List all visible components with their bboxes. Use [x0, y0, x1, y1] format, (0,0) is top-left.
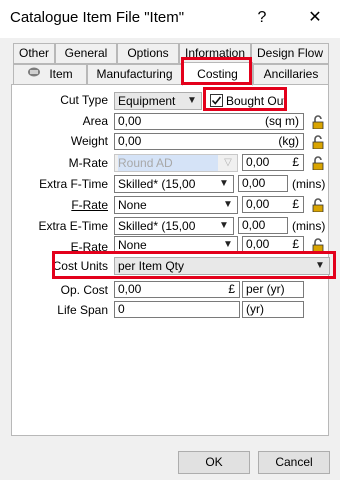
- extra-f-time-amount-input[interactable]: 0,00: [238, 175, 288, 192]
- weight-value: 0,00: [118, 134, 142, 148]
- extra-e-time-amount: 0,00: [242, 218, 266, 232]
- weight-label: Weight: [70, 134, 108, 148]
- life-span-label: Life Span: [57, 303, 108, 317]
- chevron-down-icon: ▼: [223, 199, 233, 210]
- extra-e-time-amount-input[interactable]: 0,00: [238, 217, 288, 234]
- f-rate-currency: £: [292, 197, 299, 211]
- weight-unit: (kg): [278, 134, 299, 148]
- chevron-down-icon: ▼: [219, 220, 229, 231]
- m-rate-amount: 0,00: [246, 155, 270, 169]
- extra-e-time-label: Extra E-Time: [38, 219, 108, 233]
- f-rate-amount-input[interactable]: 0,00 £: [242, 196, 304, 213]
- weight-input[interactable]: 0,00 (kg): [114, 133, 304, 150]
- area-label: Area: [82, 114, 108, 128]
- m-rate-currency: £: [292, 155, 299, 169]
- area-value: 0,00: [118, 114, 142, 128]
- f-rate-amount: 0,00: [246, 197, 270, 211]
- chevron-down-icon: ▽: [224, 157, 232, 168]
- costing-tab-highlight: [181, 57, 252, 85]
- f-rate-select[interactable]: None ▼: [114, 196, 238, 214]
- extra-e-time-select[interactable]: Skilled* (15,00 ▼: [114, 217, 234, 235]
- extra-f-time-amount: 0,00: [242, 176, 266, 190]
- extra-f-time-unit: (mins): [292, 177, 326, 191]
- m-rate-select[interactable]: Round AD ▽: [114, 154, 238, 172]
- chevron-down-icon: ▼: [219, 178, 229, 189]
- cut-type-select[interactable]: Equipment ▼: [114, 92, 202, 110]
- e-rate-amount: 0,00: [246, 237, 270, 251]
- f-rate-label[interactable]: F-Rate: [20, 198, 108, 212]
- op-cost-input[interactable]: 0,00 £: [114, 281, 240, 298]
- m-rate-value: Round AD: [118, 155, 218, 171]
- life-span-input[interactable]: 0: [114, 301, 240, 318]
- life-span-unit: (yr): [246, 302, 264, 316]
- m-rate-label: M-Rate: [68, 156, 108, 170]
- e-rate-currency: £: [292, 237, 299, 251]
- extra-f-time-value: Skilled* (15,00: [118, 177, 196, 191]
- extra-e-time-value: Skilled* (15,00: [118, 219, 196, 233]
- op-cost-unit-box: per (yr): [242, 281, 304, 298]
- lock-icon[interactable]: [311, 156, 325, 170]
- area-unit: (sq m): [265, 114, 299, 128]
- chevron-down-icon: ▼: [187, 95, 197, 106]
- f-rate-value: None: [118, 198, 147, 212]
- cost-units-highlight: [52, 251, 336, 279]
- cut-type-value: Equipment: [118, 94, 176, 108]
- life-span-value: 0: [118, 302, 125, 316]
- m-rate-amount-input[interactable]: 0,00 £: [242, 154, 304, 171]
- extra-e-time-unit: (mins): [292, 219, 326, 233]
- e-rate-value: None: [118, 238, 147, 252]
- op-cost-label: Op. Cost: [60, 283, 108, 297]
- op-cost-unit: per (yr): [246, 282, 285, 296]
- extra-f-time-label: Extra F-Time: [39, 177, 108, 191]
- lock-icon[interactable]: [311, 198, 325, 212]
- op-cost-currency: £: [228, 282, 235, 296]
- lock-icon[interactable]: [311, 238, 325, 252]
- op-cost-value: 0,00: [118, 282, 142, 296]
- lock-icon[interactable]: [311, 115, 325, 129]
- bought-out-highlight: [203, 87, 287, 111]
- extra-f-time-select[interactable]: Skilled* (15,00 ▼: [114, 175, 234, 193]
- lock-icon[interactable]: [311, 135, 325, 149]
- area-input[interactable]: 0,00 (sq m): [114, 113, 304, 130]
- life-span-unit-box: (yr): [242, 301, 304, 318]
- cut-type-label: Cut Type: [60, 93, 108, 107]
